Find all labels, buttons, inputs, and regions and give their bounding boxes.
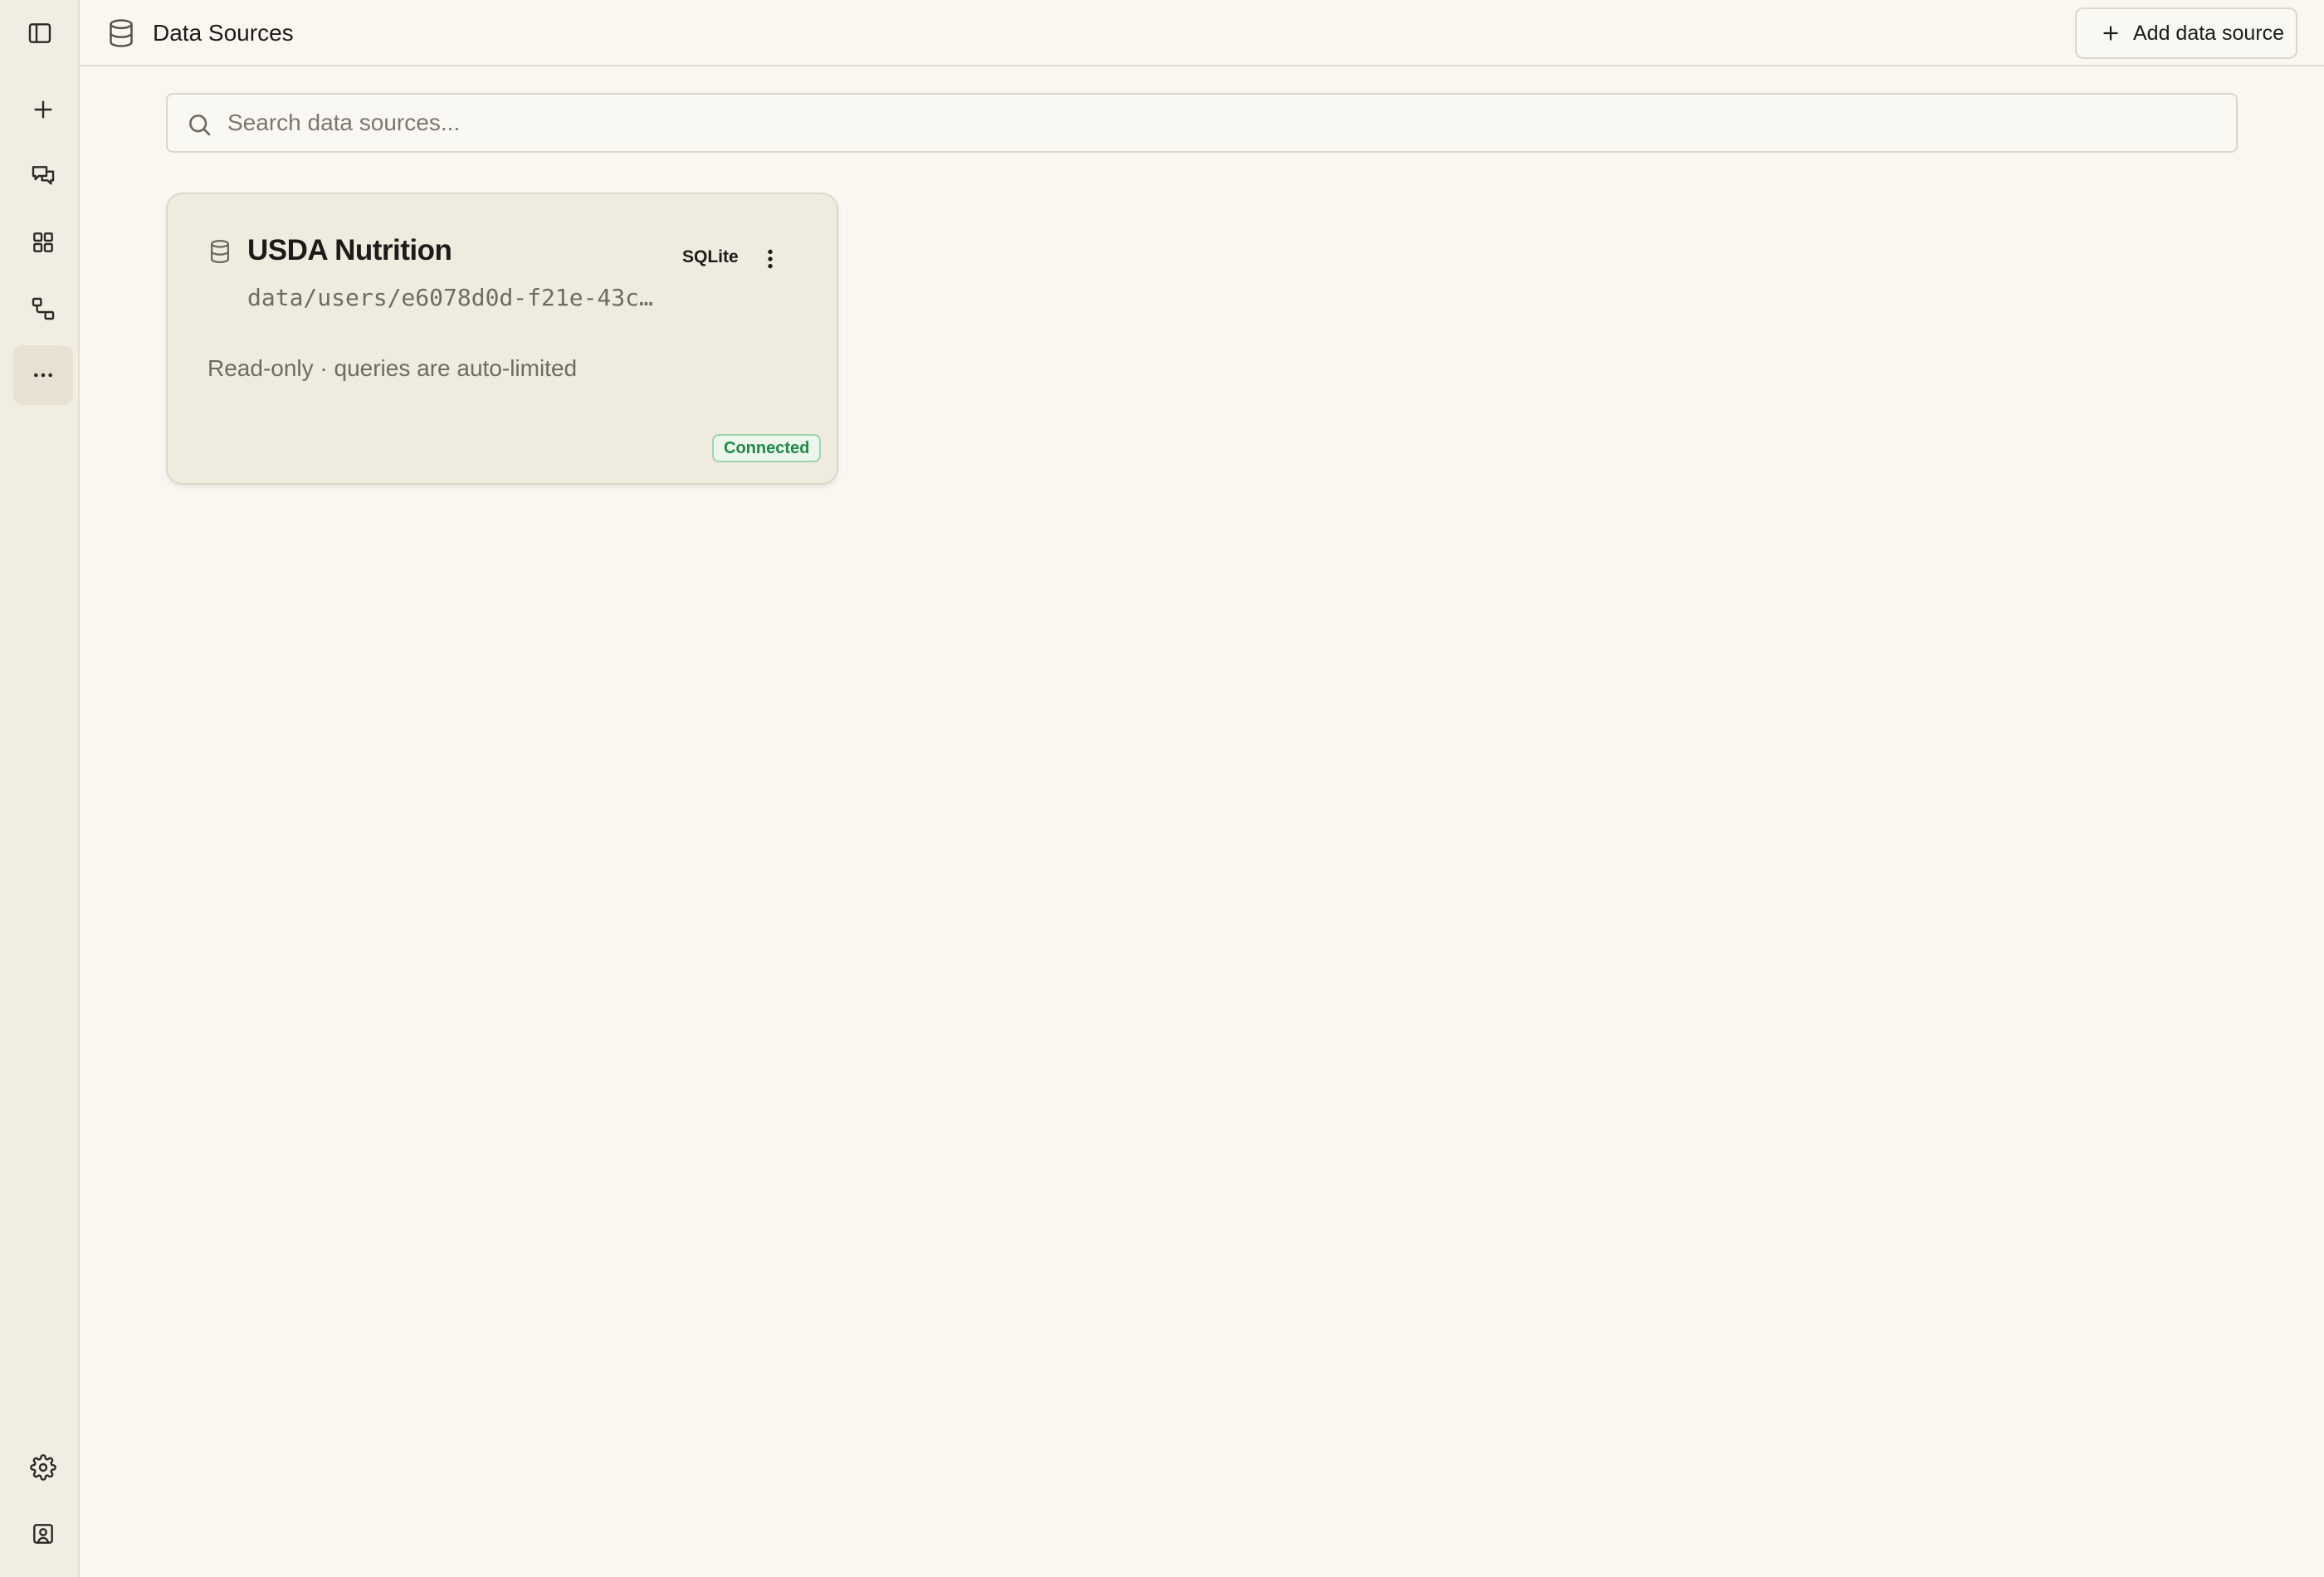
chat-bubbles-icon (32, 166, 55, 185)
add-data-source-label: Add data source (2133, 21, 2285, 45)
search-bar (166, 93, 2238, 153)
search-input[interactable] (227, 95, 2219, 151)
settings-button[interactable] (13, 1438, 73, 1497)
data-source-description: Read-only · queries are auto-limited (208, 355, 578, 381)
gear-icon (30, 1454, 56, 1481)
sidebar-item-workflows[interactable] (13, 279, 73, 339)
data-source-name: USDA Nutrition (247, 234, 452, 266)
database-icon (210, 239, 230, 264)
sidebar (0, 0, 80, 1577)
database-icon (110, 19, 133, 47)
data-source-path: data/users/e6078d0d-f21e-43c… (247, 284, 653, 311)
search-icon (189, 115, 211, 136)
sidebar-item-more[interactable] (13, 345, 73, 405)
data-source-type-badge: SQLite (682, 247, 739, 266)
page-title: Data Sources (153, 20, 294, 46)
add-data-source-button[interactable]: Add data source (2075, 7, 2297, 59)
more-horizontal-icon (34, 373, 52, 378)
page-header: Data Sources Add data source (80, 0, 2324, 66)
data-source-card[interactable]: USDA Nutrition SQLite data/users/e6078d0… (166, 193, 838, 485)
user-card-icon (33, 1524, 53, 1544)
card-menu-button[interactable] (754, 242, 787, 276)
new-item-button[interactable] (13, 80, 73, 139)
workflow-icon (32, 297, 55, 320)
plus-icon (34, 100, 52, 119)
sidebar-item-chats[interactable] (13, 146, 73, 206)
sidebar-toggle-button[interactable] (10, 3, 70, 63)
more-vertical-icon (768, 249, 773, 269)
sidebar-item-dashboards[interactable] (13, 212, 73, 272)
status-badge: Connected (712, 434, 822, 462)
panel-toggle-icon (28, 23, 51, 43)
grid-icon (33, 232, 53, 252)
account-button[interactable] (13, 1504, 73, 1564)
plus-icon (2103, 26, 2118, 41)
